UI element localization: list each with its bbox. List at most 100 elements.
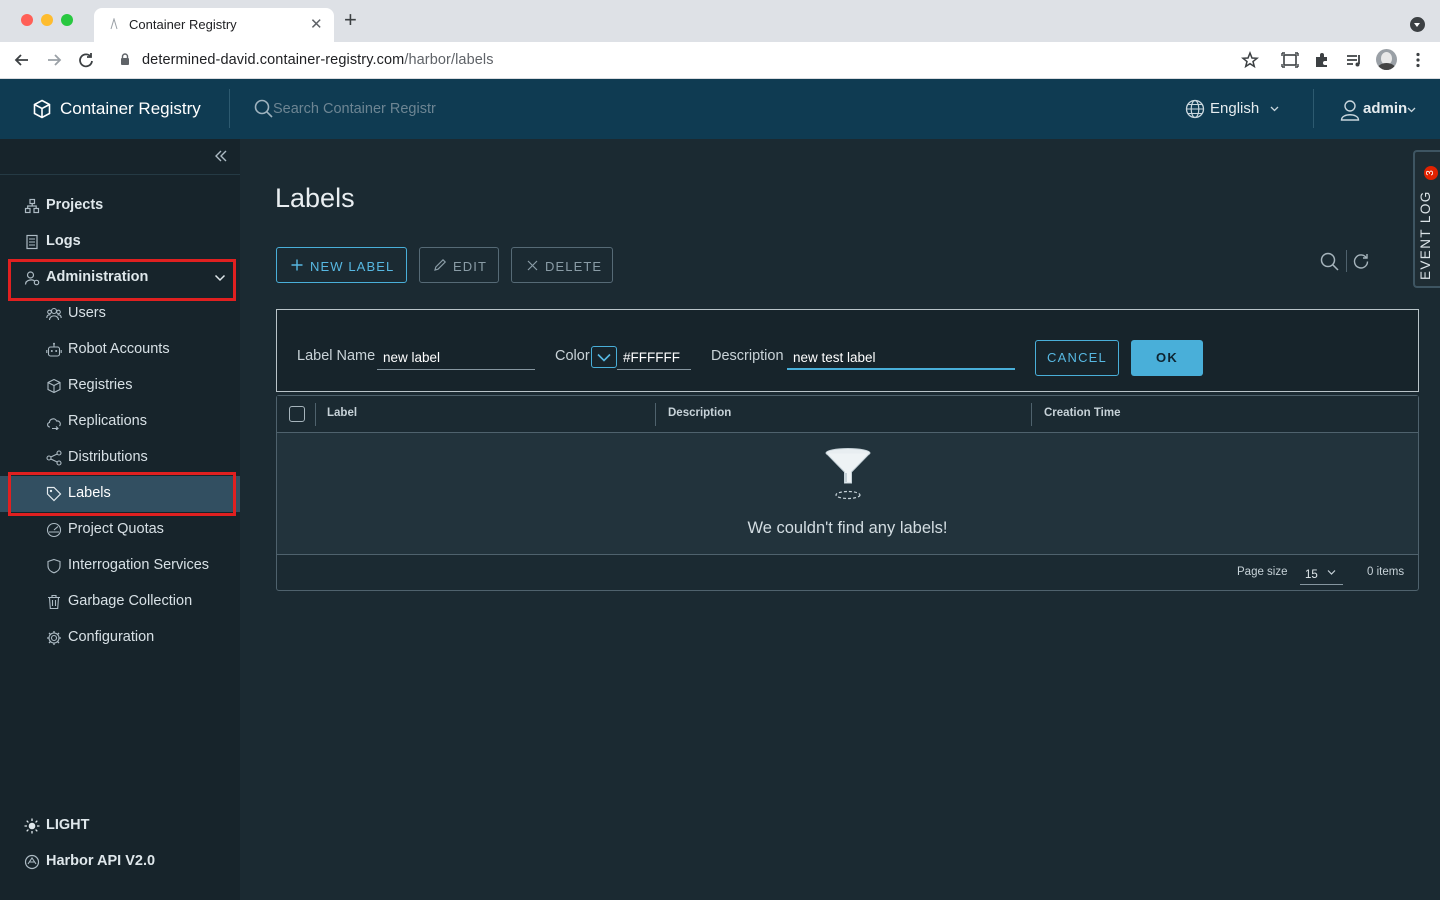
media-controls-icon[interactable]	[1344, 50, 1364, 70]
tab-search-icon[interactable]	[1410, 17, 1425, 32]
ok-button[interactable]: OK	[1131, 340, 1203, 376]
profile-avatar[interactable]	[1376, 49, 1397, 70]
event-log-label: EVENT LOG	[1418, 190, 1433, 280]
labels-datagrid: Label Description Creation Time We could…	[276, 395, 1419, 591]
screenshot-icon[interactable]	[1280, 50, 1300, 70]
sidebar-item-label: Logs	[46, 233, 81, 249]
chevron-down-icon	[597, 353, 611, 362]
quota-icon	[46, 522, 62, 538]
gear-icon	[47, 631, 61, 645]
sidebar-item-distributions[interactable]: Distributions	[0, 440, 240, 476]
toolbar-divider	[1346, 250, 1347, 272]
color-picker-button[interactable]	[591, 346, 617, 368]
event-log-tab[interactable]: 3 EVENT LOG	[1413, 150, 1440, 288]
color-label: Color	[555, 348, 590, 364]
user-menu[interactable]: admin	[1340, 99, 1416, 125]
empty-funnel-icon	[825, 448, 871, 500]
sidebar-item-interrogation-services[interactable]: Interrogation Services	[0, 548, 240, 584]
column-separator[interactable]	[1031, 403, 1032, 426]
sidebar-item-robot-accounts[interactable]: Robot Accounts	[0, 332, 240, 368]
projects-icon	[24, 198, 40, 214]
chevron-down-icon	[1270, 106, 1279, 112]
sidebar-item-label: Users	[68, 305, 106, 321]
close-tab-icon[interactable]: ✕	[310, 15, 323, 33]
header-divider	[229, 89, 230, 128]
sidebar-item-label: Projects	[46, 197, 104, 213]
users-icon	[46, 307, 62, 321]
highlight-box	[8, 259, 236, 301]
label-name-label: Label Name	[297, 348, 376, 364]
minimize-window-button[interactable]	[41, 14, 53, 26]
empty-state-message: We couldn't find any labels!	[747, 519, 948, 537]
extensions-icon[interactable]	[1312, 50, 1332, 70]
maximize-window-button[interactable]	[61, 14, 73, 26]
select-all-checkbox[interactable]	[289, 406, 305, 422]
bookmark-star-icon[interactable]	[1240, 50, 1260, 70]
column-header-label[interactable]: Label	[327, 407, 357, 419]
sidebar-item-users[interactable]: Users	[0, 296, 240, 332]
search-icon[interactable]	[1320, 252, 1340, 272]
page-title: Labels	[275, 183, 355, 213]
forward-icon[interactable]	[44, 50, 64, 70]
datagrid-body: We couldn't find any labels!	[277, 433, 1418, 554]
sidebar-item-configuration[interactable]: Configuration	[0, 620, 240, 656]
user-icon	[1340, 100, 1360, 121]
logs-icon	[26, 234, 38, 250]
trash-icon	[48, 594, 60, 610]
sidebar-item-garbage-collection[interactable]: Garbage Collection	[0, 584, 240, 620]
description-input[interactable]	[787, 346, 1015, 370]
highlight-box	[8, 472, 236, 516]
main-content: Labels NEW LABEL EDIT DELETE Label Name …	[240, 139, 1440, 900]
collapse-sidebar-icon[interactable]	[214, 149, 228, 163]
brand-name[interactable]: Container Registry	[60, 99, 201, 119]
sun-icon	[24, 818, 40, 834]
api-link[interactable]: Harbor API V2.0	[0, 844, 240, 880]
delete-button[interactable]: DELETE	[511, 247, 613, 283]
global-search-input[interactable]	[273, 97, 473, 121]
sidebar-item-label: Replications	[68, 413, 147, 429]
color-hex-input[interactable]	[617, 346, 691, 370]
column-separator	[315, 403, 316, 426]
new-label-button[interactable]: NEW LABEL	[276, 247, 407, 283]
page-size-label: Page size	[1237, 566, 1288, 578]
label-name-input[interactable]	[377, 346, 535, 370]
sidebar-item-replications[interactable]: Replications	[0, 404, 240, 440]
robot-icon	[46, 342, 62, 357]
browser-menu-icon[interactable]	[1408, 50, 1428, 70]
reload-icon[interactable]	[76, 50, 96, 70]
refresh-icon[interactable]	[1352, 252, 1370, 270]
cancel-button[interactable]: CANCEL	[1035, 340, 1119, 376]
username: admin	[1363, 100, 1408, 117]
sidebar-divider	[0, 174, 240, 175]
sidebar-item-label: Registries	[68, 377, 133, 393]
chevron-down-icon	[1407, 107, 1416, 113]
sidebar-item-registries[interactable]: Registries	[0, 368, 240, 404]
browser-tab[interactable]: Container Registry ✕	[94, 8, 334, 42]
sidebar: Projects Logs Administration Users Robot…	[0, 139, 240, 900]
column-separator[interactable]	[655, 403, 656, 426]
page-size-select[interactable]: 15	[1300, 563, 1343, 585]
delete-button-label: DELETE	[545, 259, 603, 274]
column-header-creation-time[interactable]: Creation Time	[1044, 407, 1120, 419]
edit-button[interactable]: EDIT	[419, 247, 499, 283]
theme-toggle[interactable]: LIGHT	[0, 808, 240, 844]
app-header: Container Registry English admin	[0, 79, 1440, 139]
url-text: determined-david.container-registry.com/…	[142, 52, 494, 68]
address-bar[interactable]: determined-david.container-registry.com/…	[108, 45, 1270, 75]
sidebar-item-projects[interactable]: Projects	[0, 188, 240, 224]
pencil-icon	[434, 258, 447, 271]
browser-tab-bar: Container Registry ✕ +	[0, 0, 1440, 42]
new-label-button-label: NEW LABEL	[310, 259, 395, 274]
search-icon	[254, 99, 273, 118]
new-tab-button[interactable]: +	[344, 9, 357, 31]
back-icon[interactable]	[12, 50, 32, 70]
sidebar-item-project-quotas[interactable]: Project Quotas	[0, 512, 240, 548]
browser-toolbar: determined-david.container-registry.com/…	[0, 42, 1440, 79]
column-header-description[interactable]: Description	[668, 407, 731, 419]
description-label: Description	[711, 348, 784, 364]
language-selector[interactable]: English	[1185, 99, 1279, 119]
sidebar-item-label: Interrogation Services	[68, 557, 210, 573]
sidebar-item-logs[interactable]: Logs	[0, 224, 240, 260]
header-divider	[1313, 89, 1314, 128]
close-window-button[interactable]	[21, 14, 33, 26]
